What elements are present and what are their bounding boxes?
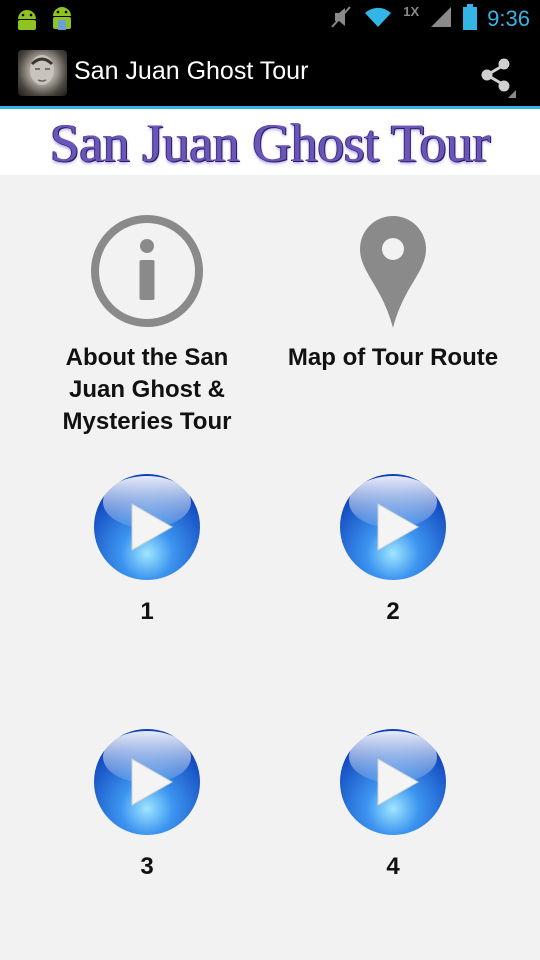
map-route-button[interactable]: Map of Tour Route	[258, 212, 528, 374]
play-icon	[340, 474, 446, 580]
android-debug-icon	[14, 8, 40, 37]
app-title: San Juan Ghost Tour	[74, 57, 309, 85]
track-1-label: 1	[140, 598, 154, 625]
action-bar: San Juan Ghost Tour	[0, 38, 540, 106]
banner-title: San Juan Ghost Tour	[49, 113, 491, 173]
mute-icon	[329, 4, 353, 35]
clock: 9:36	[487, 6, 530, 31]
play-icon	[94, 474, 200, 580]
track-3-button[interactable]: 3	[12, 727, 282, 883]
about-tour-label: About the San Juan Ghost & Mysteries Tou…	[62, 344, 232, 435]
signal-icon	[429, 5, 453, 34]
info-icon	[12, 212, 282, 332]
android-usb-icon	[50, 6, 74, 39]
wifi-icon	[363, 5, 393, 34]
battery-icon	[463, 3, 478, 35]
status-bar: 1X 9:36	[0, 0, 540, 38]
track-4-label: 4	[386, 853, 400, 880]
track-2-button[interactable]: 2	[258, 472, 528, 628]
about-tour-button[interactable]: About the San Juan Ghost & Mysteries Tou…	[12, 212, 282, 438]
track-2-label: 2	[386, 598, 400, 625]
play-icon	[340, 729, 446, 835]
map-route-label: Map of Tour Route	[287, 344, 499, 371]
share-icon[interactable]	[478, 56, 516, 98]
banner: San Juan Ghost Tour	[0, 109, 540, 175]
play-icon	[94, 729, 200, 835]
app-icon[interactable]	[18, 50, 67, 96]
track-3-label: 3	[140, 853, 154, 880]
map-pin-icon	[258, 212, 528, 332]
network-type-label: 1X	[403, 3, 420, 19]
track-4-button[interactable]: 4	[258, 727, 528, 883]
track-1-button[interactable]: 1	[12, 472, 282, 628]
